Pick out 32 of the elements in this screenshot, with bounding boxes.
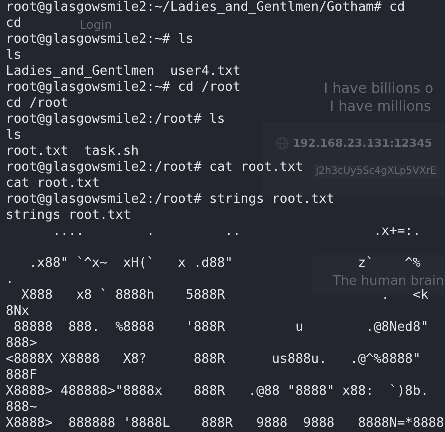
terminal-line: Ladies_and_Gentlmen user4.txt [6,64,241,80]
terminal-line: strings root.txt [6,208,132,224]
terminal-line: cat root.txt [6,176,100,192]
terminal-line: .x88" `^x~ xH(` x .d88" z` ^% [28,256,421,272]
token-field: j2h3cUy5Sc4gXLp5VXrE [314,165,439,178]
panel-text: The human brain [333,274,444,289]
quote-text: I have billions o [324,81,434,97]
terminal-line: cd /root [6,96,69,112]
terminal-line: 88888 888. %8888 '888R u .@8Ned8" [12,320,429,336]
terminal-line: . [6,272,14,288]
terminal-line: 888~ [6,400,38,416]
terminal-line: ls [6,48,22,64]
terminal-line: root@glasgowsmile2:~/Ladies_and_Gentlmen/Gotham# cd [6,0,406,16]
terminal-line: .... . .. .x+=:. [52,224,421,240]
quote-text: I have millions [330,99,432,115]
terminal-line: root@glasgowsmile2:/root# ls [6,112,226,128]
terminal-line: X8888> 888888 '8888L 888R 9888 9888 8888N=*8888 [6,416,444,432]
terminal-line: 888> [6,336,38,352]
terminal-line: <8888X X8888 X8? 888R us888u. .@^%8888" [6,352,421,368]
terminal-line: root@glasgowsmile2:/root# strings root.txt [6,192,335,208]
terminal-line: X888 x8 ` 8888h 5888R . <k [20,288,429,304]
terminal-line: root@glasgowsmile2:~# cd /root [6,80,241,96]
terminal-line: X8888> 488888>"8888x 888R .@88 "8888" x88: `)8b. [6,384,429,400]
terminal-line: root@glasgowsmile2:/root# cat root.txt [6,160,304,176]
server-address: 192.168.23.131:12345 [293,137,432,150]
terminal-line: root.txt task.sh [6,144,140,160]
terminal-line: ls [6,128,22,144]
terminal-line: 888F [6,368,38,384]
terminal-line: 8Nx [6,304,30,320]
terminal-line: cd [6,16,22,32]
window-title: Login [80,18,112,32]
terminal-line: root@glasgowsmile2:~# ls [6,32,194,48]
